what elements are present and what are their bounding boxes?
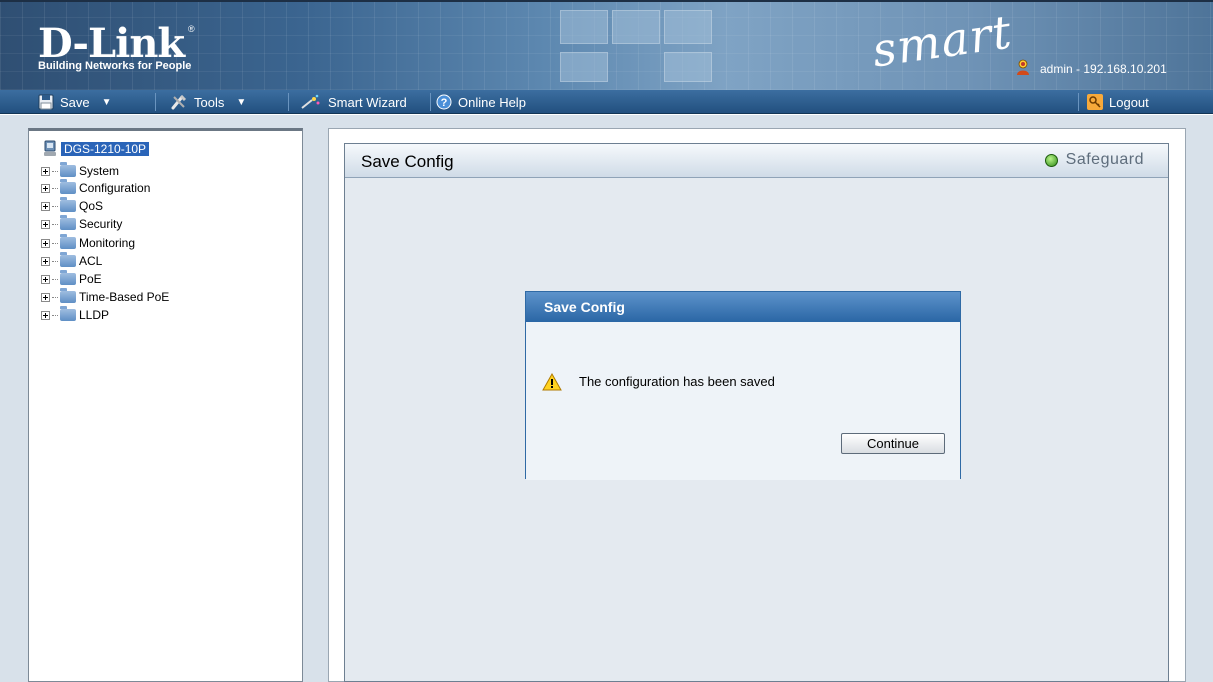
save-menu-label: Save	[60, 94, 90, 110]
help-icon: ?	[436, 94, 452, 110]
tree-item-poe[interactable]: PoE	[41, 270, 102, 288]
folder-icon	[60, 306, 76, 321]
tree-item-acl[interactable]: ACL	[41, 252, 102, 270]
tree-item-label: Configuration	[79, 181, 151, 195]
expand-icon[interactable]	[41, 274, 50, 284]
toolbar-divider	[1078, 93, 1079, 111]
tools-menu[interactable]: Tools ▼	[170, 90, 246, 114]
folder-icon	[60, 162, 76, 177]
content-header: Save Config Safeguard	[345, 144, 1168, 178]
expand-icon[interactable]	[41, 292, 50, 302]
navigation-tree: DGS-1210-10P System Configuration QoS Se…	[28, 128, 303, 682]
chevron-down-icon: ▼	[236, 96, 247, 108]
key-icon	[1087, 94, 1103, 110]
tree-item-label: LLDP	[79, 308, 110, 322]
page-title: Save Config	[361, 152, 454, 171]
warning-icon	[542, 373, 562, 391]
tree-item-time-based-poe[interactable]: Time-Based PoE	[41, 288, 169, 306]
safeguard-indicator: Safeguard	[1044, 151, 1144, 169]
logout-button[interactable]: Logout	[1087, 90, 1149, 114]
online-help-button[interactable]: ? Online Help	[436, 90, 526, 114]
tree-root-label: DGS-1210-10P	[61, 142, 150, 156]
tree-item-security[interactable]: Security	[41, 215, 122, 233]
tree-item-label: System	[79, 164, 120, 178]
banner-decoration	[560, 10, 608, 44]
continue-button[interactable]: Continue	[841, 433, 945, 454]
switch-device-icon	[44, 140, 56, 156]
magic-wand-icon	[301, 94, 320, 109]
toolbar-divider	[430, 93, 431, 111]
expand-icon[interactable]	[41, 238, 50, 248]
floppy-disk-icon	[38, 94, 54, 110]
svg-text:?: ?	[441, 97, 448, 109]
tree-item-monitoring[interactable]: Monitoring	[41, 234, 135, 252]
dialog-body: The configuration has been saved Continu…	[526, 322, 960, 480]
toolbar-divider	[288, 93, 289, 111]
user-info: admin - 192.168.10.201	[1040, 62, 1167, 76]
banner-decoration	[612, 10, 660, 44]
folder-icon	[60, 179, 76, 194]
folder-icon	[60, 197, 76, 212]
safeguard-label: Safeguard	[1065, 151, 1144, 168]
dialog-message: The configuration has been saved	[579, 374, 775, 389]
folder-icon	[60, 288, 76, 303]
tree-item-label: Time-Based PoE	[79, 290, 170, 304]
folder-icon	[60, 252, 76, 267]
brand-tagline: Building Networks for People	[38, 60, 192, 72]
save-menu[interactable]: Save ▼	[38, 90, 112, 114]
expand-icon[interactable]	[41, 166, 50, 176]
tree-item-label: Monitoring	[79, 236, 136, 250]
tools-icon	[171, 94, 187, 110]
main-toolbar: Save ▼ Tools ▼ Smart Wizard ? Online Hel…	[0, 90, 1213, 114]
expand-icon[interactable]	[41, 201, 50, 211]
status-light-icon	[1044, 153, 1058, 167]
save-config-dialog: Save Config The configuration has been s…	[525, 291, 961, 480]
smart-wizard-label: Smart Wizard	[328, 94, 407, 110]
dialog-title: Save Config	[544, 299, 625, 315]
smart-wizard-button[interactable]: Smart Wizard	[300, 90, 407, 114]
tree-root[interactable]: DGS-1210-10P	[43, 140, 150, 158]
banner-decoration	[560, 52, 608, 82]
registered-mark: ®	[188, 24, 195, 34]
expand-icon[interactable]	[41, 219, 50, 229]
tree-item-system[interactable]: System	[41, 162, 119, 180]
folder-icon	[60, 234, 76, 249]
banner-decoration	[664, 52, 712, 82]
tree-item-label: QoS	[79, 199, 104, 213]
tree-item-label: ACL	[79, 254, 103, 268]
tree-item-label: Security	[79, 217, 123, 231]
expand-icon[interactable]	[41, 183, 50, 193]
tools-menu-label: Tools	[194, 94, 225, 110]
logout-label: Logout	[1109, 94, 1149, 110]
folder-icon	[60, 215, 76, 230]
header-banner: D-Link ® Building Networks for People sm…	[0, 0, 1213, 90]
user-icon	[1017, 59, 1029, 75]
tree-item-qos[interactable]: QoS	[41, 197, 103, 215]
expand-icon[interactable]	[41, 256, 50, 266]
expand-icon[interactable]	[41, 310, 50, 320]
tree-item-label: PoE	[79, 272, 102, 286]
online-help-label: Online Help	[458, 94, 526, 110]
chevron-down-icon: ▼	[101, 96, 112, 108]
toolbar-divider	[155, 93, 156, 111]
banner-decoration	[664, 10, 712, 44]
tree-item-lldp[interactable]: LLDP	[41, 306, 109, 324]
tree-item-configuration[interactable]: Configuration	[41, 179, 150, 197]
folder-icon	[60, 270, 76, 285]
dialog-title-bar[interactable]: Save Config	[526, 292, 960, 322]
